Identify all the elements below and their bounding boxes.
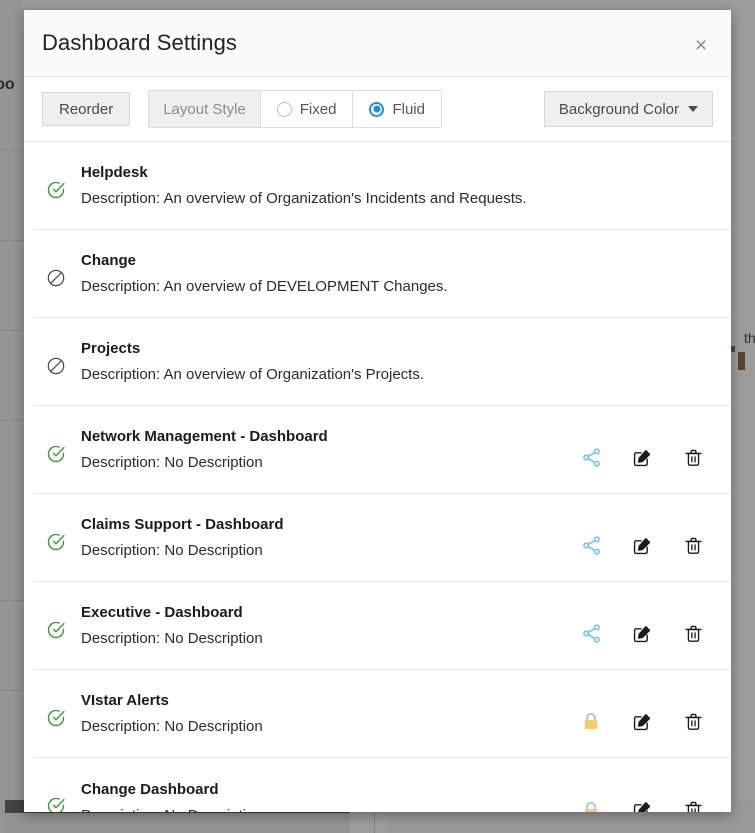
list-item-actions: [580, 519, 713, 557]
status-enabled-icon[interactable]: [33, 436, 79, 464]
background-color-dropdown[interactable]: Background Color: [544, 91, 713, 127]
list-item-text: Network Management - Dashboard Descriptio…: [79, 428, 580, 471]
radio-icon-fixed[interactable]: [277, 102, 292, 117]
edit-icon[interactable]: [631, 535, 653, 557]
layout-option-fluid-label: Fluid: [392, 101, 425, 118]
list-item-text: VIstar Alerts Description: No Description: [79, 692, 580, 735]
status-disabled-icon[interactable]: [33, 260, 79, 288]
list-item-description: Description: No Description: [81, 630, 580, 647]
list-item-title: Helpdesk: [81, 164, 704, 181]
modal-toolbar: Reorder Layout Style Fixed Fluid Backgro…: [24, 77, 731, 142]
list-item-description: Description: No Description: [81, 807, 580, 813]
share-icon[interactable]: [580, 447, 602, 469]
list-item[interactable]: Projects Description: An overview of Orga…: [33, 318, 731, 406]
delete-icon[interactable]: [682, 799, 704, 812]
delete-icon[interactable]: [682, 535, 704, 557]
status-enabled-icon[interactable]: [33, 700, 79, 728]
share-icon[interactable]: [580, 623, 602, 645]
list-item-actions: [704, 266, 713, 282]
list-item[interactable]: Change Dashboard Description: No Descript…: [33, 758, 731, 812]
list-item-title: Change Dashboard: [81, 781, 580, 798]
list-item[interactable]: Network Management - Dashboard Descriptio…: [33, 406, 731, 494]
list-item-actions: [704, 178, 713, 194]
list-item[interactable]: Helpdesk Description: An overview of Orga…: [33, 142, 731, 230]
list-item-actions: [580, 431, 713, 469]
lock-icon[interactable]: [580, 799, 602, 812]
list-item-actions: [580, 695, 713, 733]
status-enabled-icon[interactable]: [33, 524, 79, 552]
list-item-title: Projects: [81, 340, 704, 357]
edit-icon[interactable]: [631, 623, 653, 645]
page-title: Dashboard Settings: [42, 30, 237, 56]
list-item-description: Description: No Description: [81, 454, 580, 471]
delete-icon[interactable]: [682, 623, 704, 645]
layout-option-fixed-label: Fixed: [300, 101, 337, 118]
list-item[interactable]: Claims Support - Dashboard Description: N…: [33, 494, 731, 582]
modal-header: Dashboard Settings ×: [24, 10, 731, 77]
list-item-text: Projects Description: An overview of Orga…: [79, 340, 704, 383]
dashboard-settings-modal: Dashboard Settings × Reorder Layout Styl…: [24, 10, 731, 812]
chevron-down-icon: [688, 106, 698, 112]
list-item-text: Helpdesk Description: An overview of Orga…: [79, 164, 704, 207]
list-item-title: Claims Support - Dashboard: [81, 516, 580, 533]
list-item-description: Description: An overview of Organization…: [81, 190, 704, 207]
edit-icon[interactable]: [631, 447, 653, 469]
list-item-actions: [580, 783, 713, 812]
lock-icon[interactable]: [580, 711, 602, 733]
list-item-description: Description: No Description: [81, 718, 580, 735]
list-item-title: Network Management - Dashboard: [81, 428, 580, 445]
status-enabled-icon[interactable]: [33, 788, 79, 812]
layout-style-group: Layout Style Fixed Fluid: [148, 90, 442, 128]
list-item[interactable]: Executive - Dashboard Description: No Des…: [33, 582, 731, 670]
list-item-actions: [704, 354, 713, 370]
radio-icon-fluid[interactable]: [369, 102, 384, 117]
list-item-title: VIstar Alerts: [81, 692, 580, 709]
list-item-actions: [580, 607, 713, 645]
list-item-description: Description: No Description: [81, 542, 580, 559]
list-item[interactable]: Change Description: An overview of DEVELO…: [33, 230, 731, 318]
background-color-label: Background Color: [559, 101, 679, 118]
layout-style-label: Layout Style: [149, 91, 261, 127]
status-enabled-icon[interactable]: [33, 612, 79, 640]
list-item-text: Change Description: An overview of DEVELO…: [79, 252, 704, 295]
list-item-description: Description: An overview of Organization…: [81, 366, 704, 383]
list-item-text: Claims Support - Dashboard Description: N…: [79, 516, 580, 559]
share-icon[interactable]: [580, 535, 602, 557]
list-item[interactable]: VIstar Alerts Description: No Description: [33, 670, 731, 758]
list-item-title: Executive - Dashboard: [81, 604, 580, 621]
dashboard-list: Helpdesk Description: An overview of Orga…: [24, 142, 731, 812]
reorder-button[interactable]: Reorder: [42, 92, 130, 126]
close-icon[interactable]: ×: [688, 32, 714, 58]
list-item-text: Change Dashboard Description: No Descript…: [79, 781, 580, 813]
status-enabled-icon[interactable]: [33, 172, 79, 200]
layout-option-fixed[interactable]: Fixed: [261, 91, 354, 127]
delete-icon[interactable]: [682, 711, 704, 733]
status-disabled-icon[interactable]: [33, 348, 79, 376]
edit-icon[interactable]: [631, 799, 653, 812]
list-item-description: Description: An overview of DEVELOPMENT …: [81, 278, 704, 295]
layout-option-fluid[interactable]: Fluid: [353, 91, 441, 127]
edit-icon[interactable]: [631, 711, 653, 733]
delete-icon[interactable]: [682, 447, 704, 469]
list-item-text: Executive - Dashboard Description: No Des…: [79, 604, 580, 647]
list-item-title: Change: [81, 252, 704, 269]
